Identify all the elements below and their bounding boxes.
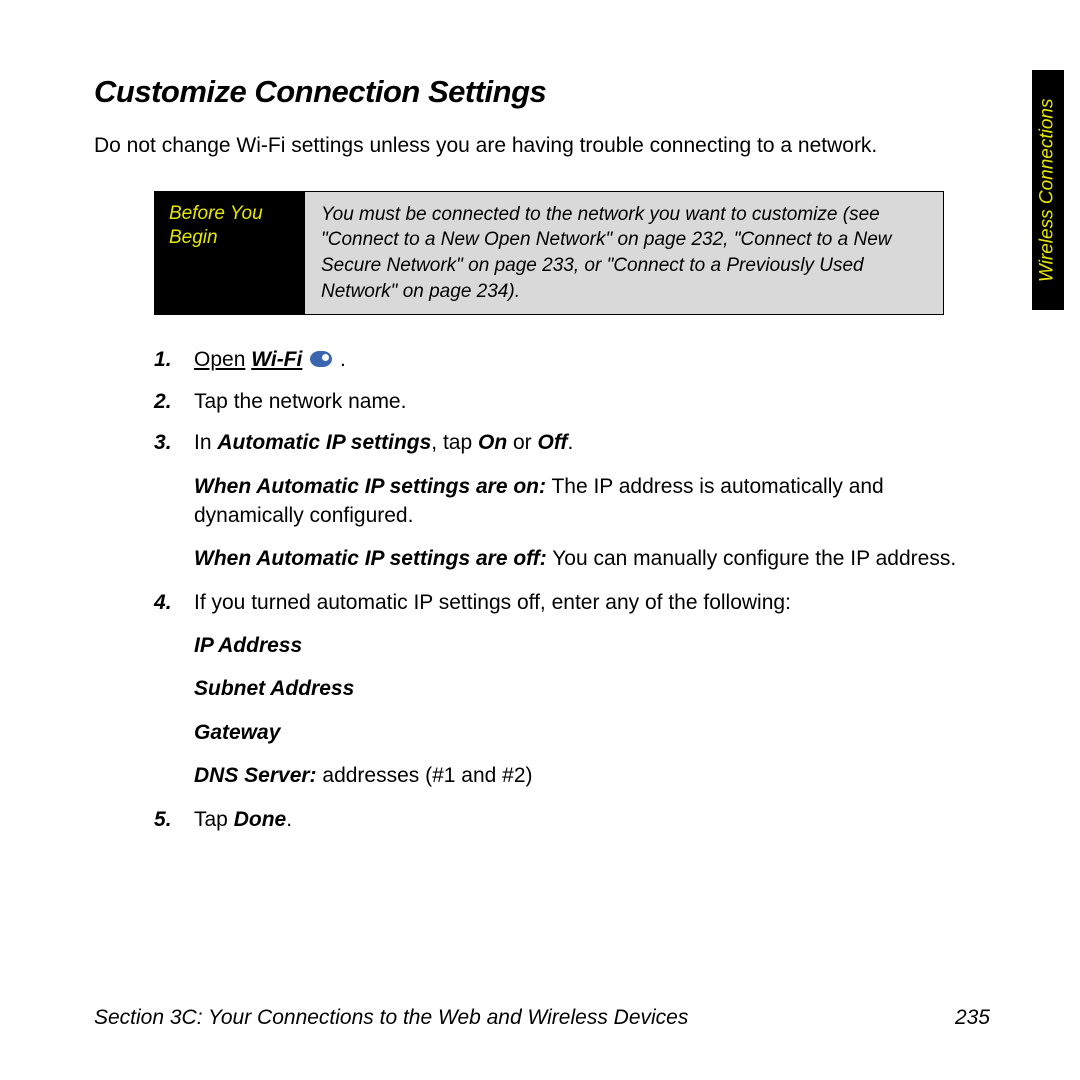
step-3-e: or [507,431,537,454]
wifi-icon [310,351,332,367]
footer-section: Section 3C: Your Connections to the Web … [94,1003,688,1032]
intro-text: Do not change Wi-Fi settings unless you … [94,131,990,160]
step-3-a: In [194,431,217,454]
step-5-a: Tap [194,808,234,831]
steps-list: Open Wi-Fi . Tap the network name. In Au… [94,345,990,834]
step-3-d: On [478,431,507,454]
side-tab: Wireless Connections [1032,70,1064,310]
page-title: Customize Connection Settings [94,70,990,113]
step-3-off-text: You can manually configure the IP addres… [547,547,956,570]
before-you-begin-label: Before You Begin [155,192,305,315]
step-3-on-label: When Automatic IP settings are on: [194,475,546,498]
step-5-b: Done [234,808,287,831]
step-4-gateway: Gateway [194,718,990,747]
step-1-wifi: Wi-Fi [251,348,302,371]
page-footer: Section 3C: Your Connections to the Web … [94,1003,990,1032]
step-3-on: When Automatic IP settings are on: The I… [194,472,990,531]
step-1: Open Wi-Fi . [154,345,990,374]
step-4: If you turned automatic IP settings off,… [154,588,990,791]
step-4-ip: IP Address [194,631,990,660]
before-you-begin-box: Before You Begin You must be connected t… [154,191,944,316]
step-4-text: If you turned automatic IP settings off,… [194,591,791,614]
step-3-c: , tap [431,431,478,454]
step-1-open: Open [194,348,245,371]
step-3: In Automatic IP settings, tap On or Off.… [154,428,990,574]
step-3-f: Off [538,431,568,454]
step-4-subnet: Subnet Address [194,674,990,703]
footer-page-number: 235 [955,1003,990,1032]
manual-page: Customize Connection Settings Do not cha… [0,0,1080,1080]
step-3-g: . [567,431,573,454]
step-3-off-label: When Automatic IP settings are off: [194,547,547,570]
step-4-dns: DNS Server: addresses (#1 and #2) [194,761,990,790]
step-1-period: . [340,348,346,371]
step-4-dns-text: addresses (#1 and #2) [317,764,533,787]
before-you-begin-text: You must be connected to the network you… [305,192,943,315]
step-3-off: When Automatic IP settings are off: You … [194,544,990,573]
step-5: Tap Done. [154,805,990,834]
step-5-c: . [286,808,292,831]
step-2: Tap the network name. [154,387,990,416]
side-tab-label: Wireless Connections [1035,98,1062,282]
step-4-dns-label: DNS Server: [194,764,317,787]
step-3-b: Automatic IP settings [217,431,431,454]
